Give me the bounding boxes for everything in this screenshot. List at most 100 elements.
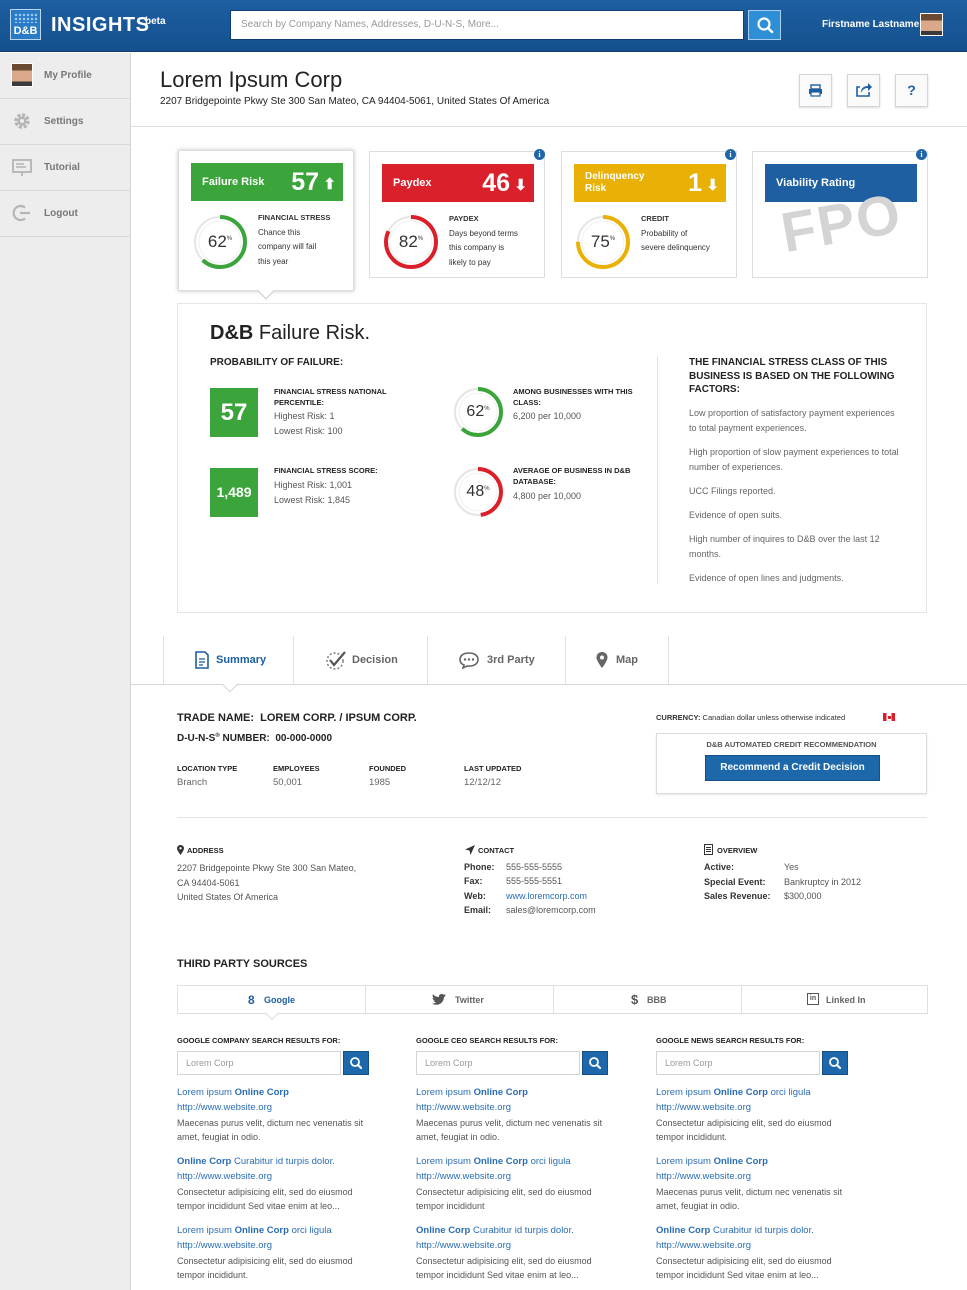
tab-bbb[interactable]: $ BBB xyxy=(553,986,741,1013)
desc-line: this year xyxy=(258,256,289,266)
result-title-link[interactable]: Online Corp Curabitur id turpis dolor. xyxy=(177,1155,377,1170)
tab-label: Linked In xyxy=(826,995,866,1005)
gauge-number: 82 xyxy=(398,232,418,251)
result-url[interactable]: http://www.website.org xyxy=(656,1101,856,1116)
paydex-card[interactable]: Paydex 46 ⬇ 82% PAYDEX Days beyond terms… xyxy=(369,151,545,278)
desc-line: likely to pay xyxy=(449,257,491,267)
list-item: Lorem ipsum Online Corp http://www.websit… xyxy=(656,1155,856,1214)
results-search-input[interactable]: Lorem Corp xyxy=(416,1051,580,1075)
email-value[interactable]: sales@loremcorp.com xyxy=(506,905,596,915)
tab-google[interactable]: 8 Google xyxy=(178,986,365,1021)
sidebar-item-label: Tutorial xyxy=(44,162,80,173)
factor-item: High number of inquires to D&B over the … xyxy=(689,534,880,559)
result-title-link[interactable]: Lorem ipsum Online Corp xyxy=(416,1086,616,1101)
logout-icon xyxy=(12,204,30,222)
panel-divider xyxy=(657,356,658,584)
result-url[interactable]: http://www.website.org xyxy=(177,1101,377,1116)
address-block: 2207 Bridgepointe Pkwy Ste 300 San Mateo… xyxy=(177,861,356,905)
result-url[interactable]: http://www.website.org xyxy=(656,1170,856,1185)
factor-item: High proportion of slow payment experien… xyxy=(689,447,899,472)
summary-field: LAST UPDATED 12/12/12 xyxy=(464,764,521,788)
result-description: Consectetur adipisicing elit, sed do eiu… xyxy=(416,1186,592,1212)
result-title-bold: Online Corp xyxy=(234,1087,289,1098)
help-button[interactable]: ? xyxy=(895,74,928,107)
result-title-link[interactable]: Online Corp Curabitur id turpis dolor. xyxy=(416,1224,616,1239)
results-search-button[interactable] xyxy=(343,1051,369,1075)
percentile-label: FINANCIAL STRESS NATIONAL PERCENTILE: xyxy=(274,387,387,407)
desc-line: severe delinquency xyxy=(641,243,710,252)
range-line: Highest Risk: 1 xyxy=(274,411,335,421)
search-button[interactable] xyxy=(748,10,781,40)
sidebar-item-tutorial[interactable]: Tutorial xyxy=(0,145,130,191)
average-value: 48% xyxy=(452,483,504,501)
tab-label: Twitter xyxy=(455,995,484,1005)
list-item: Lorem ipsum Online Corp orci ligula http:… xyxy=(177,1224,377,1283)
result-title-link[interactable]: Online Corp Curabitur id turpis dolor. xyxy=(656,1224,856,1239)
tab-3rd-party[interactable]: 3rd Party xyxy=(427,636,565,684)
field-label: FOUNDED xyxy=(369,764,407,773)
gauge-value: 62% xyxy=(192,232,248,252)
field-value: 50,001 xyxy=(273,777,303,788)
contact-key: Fax: xyxy=(464,876,483,886)
sidebar-item-my-profile[interactable]: My Profile xyxy=(0,53,130,99)
result-title-link[interactable]: Lorem ipsum Online Corp orci ligula xyxy=(177,1224,377,1239)
result-description: Maecenas purus velit, dictum nec venenat… xyxy=(656,1186,843,1212)
result-title-post: Curabitur id turpis dolor. xyxy=(231,1156,335,1167)
tab-map[interactable]: Map xyxy=(565,636,669,684)
card-value: 57 xyxy=(291,168,319,196)
print-button[interactable] xyxy=(799,74,832,107)
failure-risk-card[interactable]: Failure Risk 57 ⬆ 62% FINANCIAL STRESS C… xyxy=(178,150,354,300)
chat-bubble-icon xyxy=(459,652,479,669)
info-icon[interactable]: i xyxy=(916,149,927,160)
tab-linkedin[interactable]: in Linked In xyxy=(741,986,928,1013)
info-icon[interactable]: i xyxy=(725,149,736,160)
result-url[interactable]: http://www.website.org xyxy=(416,1239,616,1254)
currency-note: CURRENCY: Canadian dollar unless otherwi… xyxy=(656,713,845,722)
company-header: Lorem Ipsum Corp 2207 Bridgepointe Pkwy … xyxy=(131,53,967,127)
gear-icon xyxy=(14,113,30,129)
field-value: 1985 xyxy=(369,777,391,788)
search-input[interactable]: Search by Company Names, Addresses, D-U-… xyxy=(230,10,744,40)
contact-title: CONTACT xyxy=(478,846,515,855)
tab-twitter[interactable]: Twitter xyxy=(365,986,553,1013)
result-url[interactable]: http://www.website.org xyxy=(656,1239,856,1254)
list-item: Lorem ipsum Online Corp http://www.websit… xyxy=(416,1086,616,1145)
canada-flag-icon xyxy=(883,713,895,721)
results-search-input[interactable]: Lorem Corp xyxy=(177,1051,341,1075)
info-icon[interactable]: i xyxy=(534,149,545,160)
result-url[interactable]: http://www.website.org xyxy=(416,1170,616,1185)
sidebar-item-logout[interactable]: Logout xyxy=(0,191,130,237)
send-arrow-icon xyxy=(465,845,475,855)
result-url[interactable]: http://www.website.org xyxy=(177,1170,377,1185)
result-description: Consectetur adipisicing elit, sed do eiu… xyxy=(416,1255,592,1281)
result-title-link[interactable]: Lorem ipsum Online Corp orci ligula xyxy=(416,1155,616,1170)
map-pin-icon xyxy=(177,845,184,855)
user-name[interactable]: Firstname Lastname xyxy=(822,19,919,30)
percentile-range: Highest Risk: 1 Lowest Risk: 100 xyxy=(274,409,343,438)
sidebar-item-settings[interactable]: Settings xyxy=(0,99,130,145)
result-title-link[interactable]: Lorem ipsum Online Corp orci ligula xyxy=(656,1086,856,1101)
results-search-button[interactable] xyxy=(582,1051,608,1075)
result-title-link[interactable]: Lorem ipsum Online Corp xyxy=(177,1086,377,1101)
results-search-button[interactable] xyxy=(822,1051,848,1075)
share-button[interactable] xyxy=(847,74,880,107)
result-title-link[interactable]: Lorem ipsum Online Corp xyxy=(656,1155,856,1170)
delinquency-card[interactable]: Delinquency Risk 1 ⬇ 75% CREDIT Probabili… xyxy=(561,151,737,278)
results-search-input[interactable]: Lorem Corp xyxy=(656,1051,820,1075)
dnb-logo[interactable]: D&B xyxy=(10,9,41,40)
duns-label-suffix: NUMBER: xyxy=(219,733,270,745)
user-avatar[interactable] xyxy=(920,13,943,36)
web-link[interactable]: www.loremcorp.com xyxy=(506,891,587,901)
field-label: EMPLOYEES xyxy=(273,764,320,773)
tab-summary[interactable]: Summary xyxy=(163,636,293,693)
list-item: Online Corp Curabitur id turpis dolor. ht… xyxy=(177,1155,377,1214)
result-url[interactable]: http://www.website.org xyxy=(177,1239,377,1254)
gauge-value: 75% xyxy=(575,232,631,252)
result-description: Maecenas purus velit, dictum nec venenat… xyxy=(416,1117,603,1143)
recommend-credit-decision-button[interactable]: Recommend a Credit Decision xyxy=(705,755,880,781)
result-url[interactable]: http://www.website.org xyxy=(416,1101,616,1116)
tab-decision[interactable]: Decision xyxy=(293,636,427,684)
field-value: Branch xyxy=(177,777,208,788)
overview-key: Sales Revenue: xyxy=(704,891,771,901)
viability-card[interactable]: Viability Rating FPO xyxy=(752,151,928,278)
